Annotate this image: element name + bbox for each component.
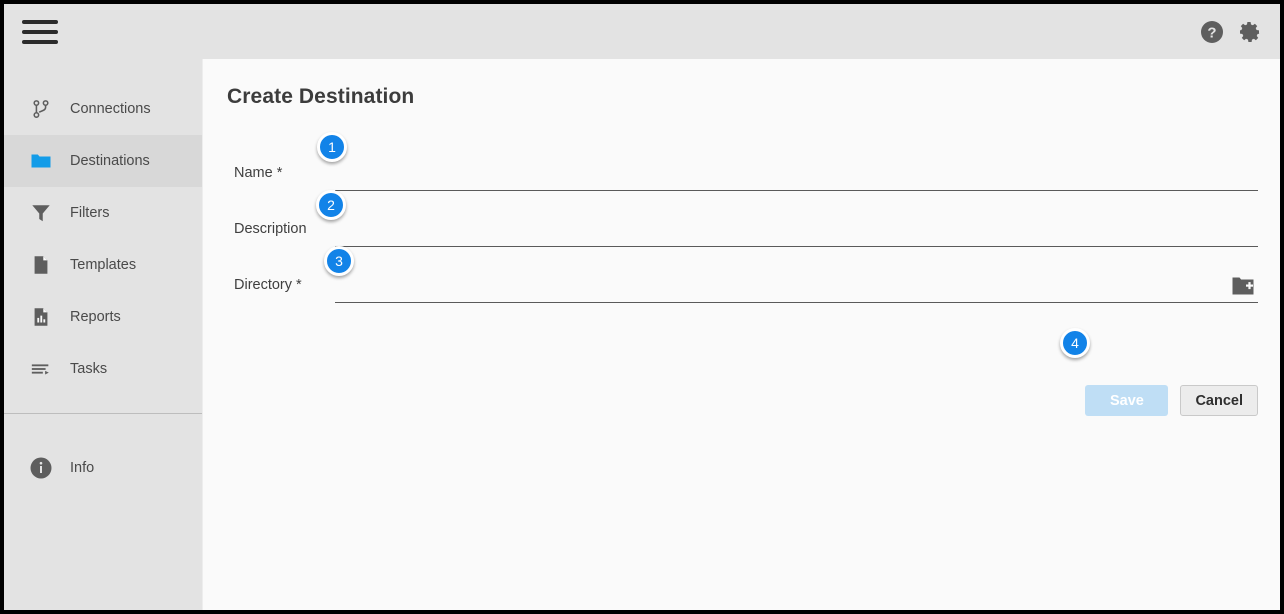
description-field-label: Description — [234, 221, 335, 247]
task-list-icon — [28, 356, 54, 382]
sidebar-primary-list: Connections Destinations Filters — [4, 59, 202, 395]
hamburger-bar — [22, 20, 58, 24]
page-title: Create Destination — [227, 85, 414, 109]
callout-badge-4: 4 — [1060, 328, 1090, 358]
sidebar-item-destinations[interactable]: Destinations — [4, 135, 202, 187]
hamburger-menu-icon[interactable] — [22, 18, 58, 46]
sidebar-item-filters[interactable]: Filters — [4, 187, 202, 239]
svg-text:?: ? — [1207, 24, 1216, 41]
sidebar-item-reports[interactable]: Reports — [4, 291, 202, 343]
main-content-panel: Create Destination Name * Description Di… — [202, 59, 1280, 610]
form-row-description: Description — [203, 191, 1280, 247]
folder-add-icon[interactable] — [1231, 275, 1255, 297]
directory-field-label: Directory * — [234, 277, 335, 303]
callout-badge-3: 3 — [324, 246, 354, 276]
description-field-wrapper — [335, 213, 1258, 247]
sidebar-navigation: Connections Destinations Filters — [4, 59, 202, 610]
top-app-bar: ? — [4, 4, 1280, 59]
sidebar-item-connections[interactable]: Connections — [4, 83, 202, 135]
form-row-name: Name * — [203, 135, 1280, 191]
callout-badge-2: 2 — [316, 190, 346, 220]
name-input[interactable] — [335, 157, 1258, 191]
form-row-directory: Directory * — [203, 247, 1280, 303]
name-field-label: Name * — [234, 165, 335, 191]
hamburger-bar — [22, 30, 58, 34]
sidebar-item-label: Destinations — [70, 153, 150, 169]
form-actions: Save Cancel — [1085, 385, 1258, 416]
description-input[interactable] — [335, 213, 1258, 247]
sidebar-item-label: Info — [70, 460, 94, 476]
hamburger-bar — [22, 40, 58, 44]
info-circle-icon — [28, 455, 54, 481]
sidebar-item-templates[interactable]: Templates — [4, 239, 202, 291]
sidebar-item-label: Templates — [70, 257, 136, 273]
sidebar-item-tasks[interactable]: Tasks — [4, 343, 202, 395]
directory-input[interactable] — [335, 269, 1258, 303]
sidebar-secondary-list: Info — [4, 414, 202, 494]
sidebar-item-label: Connections — [70, 101, 151, 117]
sidebar-item-info[interactable]: Info — [4, 442, 202, 494]
sidebar-item-label: Tasks — [70, 361, 107, 377]
document-icon — [28, 252, 54, 278]
callout-badge-1: 1 — [317, 132, 347, 162]
funnel-icon — [28, 200, 54, 226]
sidebar-item-label: Reports — [70, 309, 121, 325]
save-button[interactable]: Save — [1085, 385, 1168, 416]
git-branch-icon — [28, 96, 54, 122]
create-destination-form: Name * Description Directory * — [203, 135, 1280, 303]
top-bar-actions: ? — [1200, 20, 1262, 44]
sidebar-item-label: Filters — [70, 205, 109, 221]
name-field-wrapper — [335, 157, 1258, 191]
cancel-button[interactable]: Cancel — [1180, 385, 1258, 416]
help-circle-icon[interactable]: ? — [1200, 20, 1224, 44]
report-chart-icon — [28, 304, 54, 330]
folder-icon — [28, 148, 54, 174]
application-window: ? Connections — [0, 0, 1284, 614]
directory-field-wrapper — [335, 269, 1258, 303]
gear-icon[interactable] — [1238, 20, 1262, 44]
